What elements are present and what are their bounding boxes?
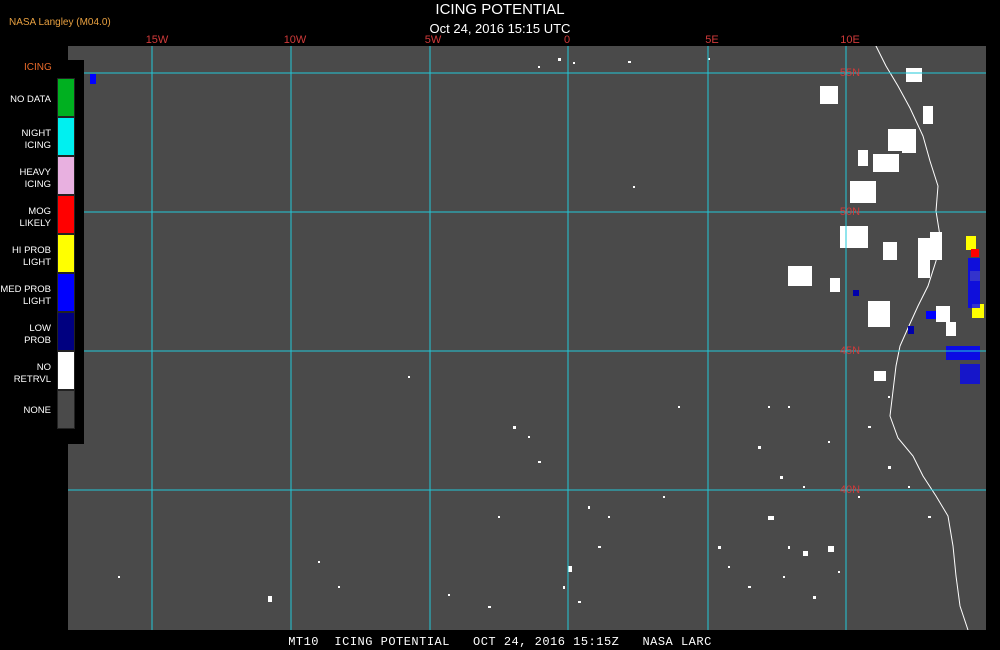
legend-swatch-low-prob: [57, 312, 75, 351]
legend-swatch-heavy-icing: [57, 156, 75, 195]
legend-swatch-night-icing: [57, 117, 75, 156]
legend-label-no-data: NO DATA: [10, 94, 51, 105]
legend-swatch-no-data: [57, 78, 75, 117]
legend-label-heavy-icing: HEAVY ICING: [19, 167, 51, 190]
legend-swatch-hi-prob-light: [57, 234, 75, 273]
legend-swatch-none: [57, 390, 75, 429]
product-title: ICING POTENTIAL: [435, 1, 565, 18]
scattered-cloud-speckles: [118, 58, 931, 608]
lat-label-55n: 55N: [839, 67, 861, 79]
legend-swatch-mog-likely: [57, 195, 75, 234]
lat-label-50n: 50N: [839, 206, 861, 218]
legend-label-none: NONE: [23, 405, 51, 416]
icing-map-panel[interactable]: [68, 0, 986, 631]
footer-caption: MT10 ICING POTENTIAL OCT 24, 2016 15:15Z…: [288, 635, 712, 649]
lon-label-5e: 5E: [705, 34, 719, 46]
legend-swatch-no-retrieval: [57, 351, 75, 390]
no-retrieval-areas: [268, 68, 956, 602]
legend-label-night-icing: NIGHT ICING: [21, 128, 51, 151]
map-canvas: [68, 0, 986, 631]
lon-label-10w: 10W: [283, 34, 307, 46]
legend-label-hi-prob-light: HI PROB LIGHT: [11, 245, 51, 268]
lon-label-15w: 15W: [145, 34, 169, 46]
legend-swatch-med-prob-light: [57, 273, 75, 312]
lat-label-40n: 40N: [839, 484, 861, 496]
lat-lon-grid: [68, 46, 986, 630]
legend-title: ICING: [24, 62, 52, 73]
legend-label-mog-likely: MOG LIKELY: [19, 206, 51, 229]
lon-label-0: 0: [563, 34, 571, 46]
legend-label-med-prob-light: MED PROB LIGHT: [0, 284, 51, 307]
lon-label-5w: 5W: [424, 34, 442, 46]
legend-label-no-retrieval: NO RETRVL: [13, 362, 51, 385]
lon-label-10e: 10E: [840, 34, 860, 46]
lat-label-45n: 45N: [839, 345, 861, 357]
legend-label-low-prob: LOW PROB: [24, 323, 51, 346]
